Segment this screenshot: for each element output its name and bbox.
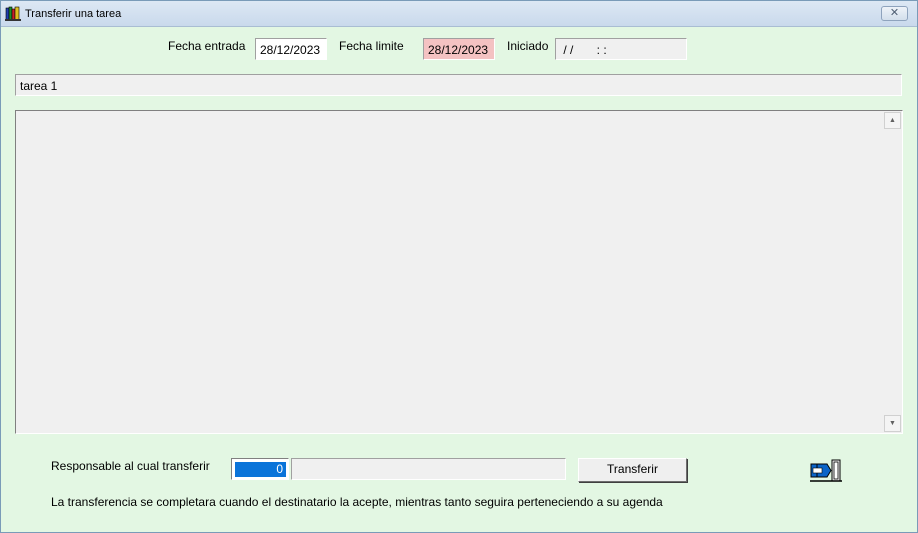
transfer-task-window: Transferir una tarea ✕ Fecha entrada 28/… bbox=[0, 0, 918, 533]
close-button[interactable]: ✕ bbox=[881, 6, 908, 21]
memo-scrollbar[interactable]: ▲ ▼ bbox=[884, 112, 901, 432]
window-title: Transferir una tarea bbox=[25, 8, 122, 20]
fecha-entrada-label: Fecha entrada bbox=[168, 39, 246, 53]
fecha-entrada-field[interactable]: 28/12/2023 bbox=[255, 38, 327, 60]
responsable-label: Responsable al cual transferir bbox=[51, 459, 210, 473]
responsable-name-field bbox=[291, 458, 566, 480]
iniciado-field[interactable]: / / : : bbox=[555, 38, 687, 60]
transfer-note: La transferencia se completara cuando el… bbox=[51, 495, 663, 509]
fecha-limite-field[interactable]: 28/12/2023 bbox=[423, 38, 495, 60]
fecha-limite-label: Fecha limite bbox=[339, 39, 404, 53]
responsable-id-value: 0 bbox=[235, 462, 286, 477]
responsable-id-field[interactable]: 0 bbox=[231, 458, 289, 480]
arrow-up-icon: ▲ bbox=[889, 117, 896, 124]
scroll-down-button[interactable]: ▼ bbox=[884, 415, 901, 432]
title-bar: Transferir una tarea ✕ bbox=[1, 1, 917, 27]
exit-door-icon[interactable] bbox=[808, 458, 844, 483]
books-icon bbox=[5, 6, 21, 21]
iniciado-label: Iniciado bbox=[507, 39, 549, 53]
transferir-button[interactable]: Transferir bbox=[578, 458, 687, 482]
arrow-down-icon: ▼ bbox=[889, 420, 896, 427]
scroll-up-button[interactable]: ▲ bbox=[884, 112, 901, 129]
task-description-field[interactable]: tarea 1 bbox=[15, 74, 902, 96]
task-memo-area[interactable]: ▲ ▼ bbox=[15, 110, 903, 434]
close-icon: ✕ bbox=[889, 7, 900, 19]
